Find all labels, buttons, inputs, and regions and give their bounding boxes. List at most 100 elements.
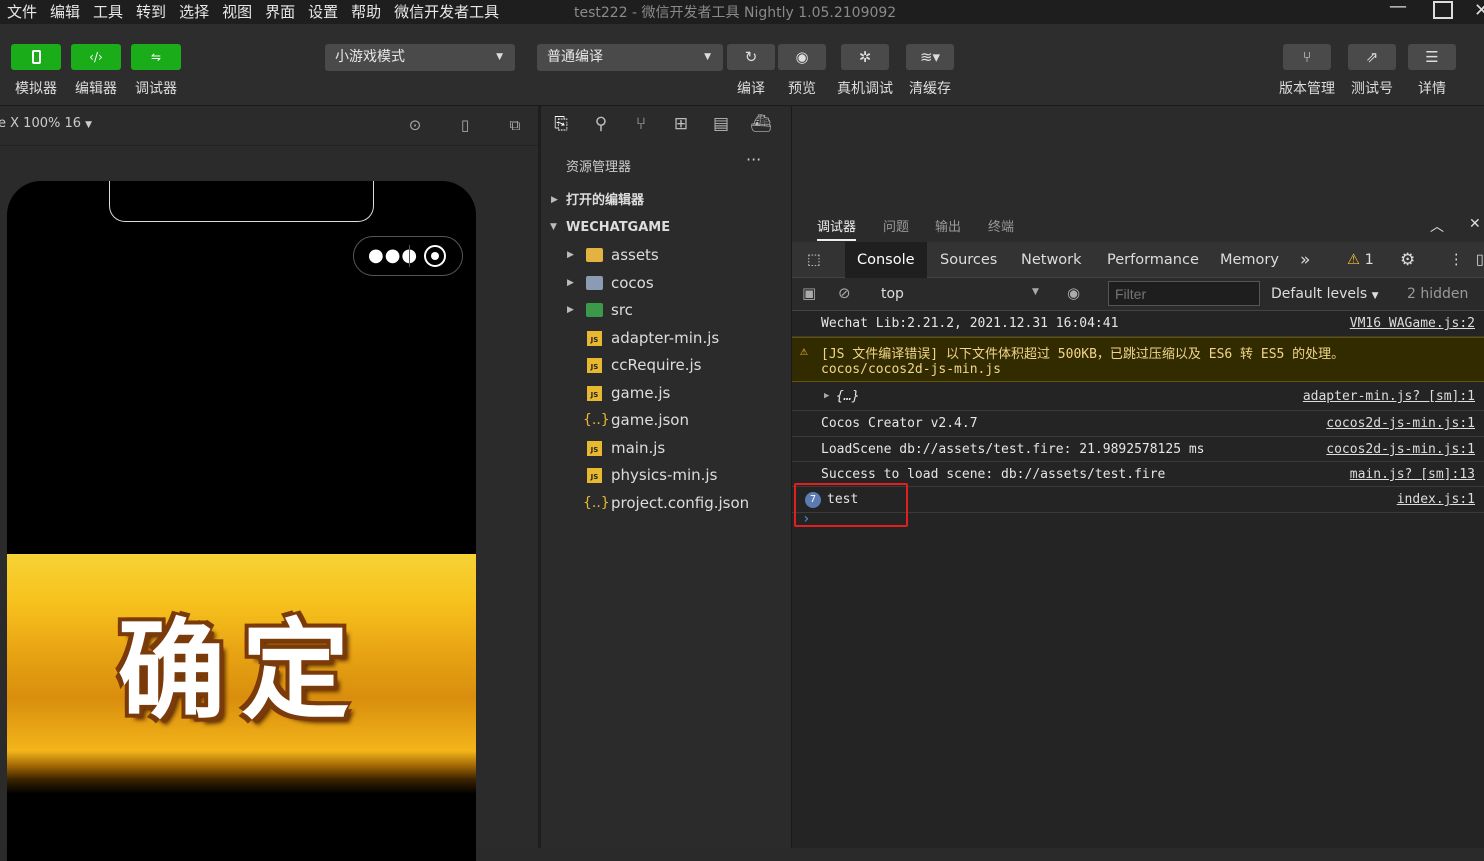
tree-item-adapter-min-js[interactable]: JS adapter-min.js xyxy=(541,325,790,352)
details-button[interactable]: ☰ xyxy=(1408,44,1456,70)
clear-console-icon[interactable]: ⊘ xyxy=(838,284,851,302)
tree-item-game-json[interactable]: {..} game.json xyxy=(541,407,790,434)
maximize-icon[interactable] xyxy=(1433,1,1453,19)
tab-performance[interactable]: Performance xyxy=(1095,242,1211,278)
tab-memory[interactable]: Memory xyxy=(1208,242,1291,278)
close-panel-icon[interactable]: ✕ xyxy=(1469,216,1481,232)
menu-tools[interactable]: 工具 xyxy=(86,2,129,22)
code-icon: ‹/› xyxy=(89,50,103,64)
clear-cache-label: 清缓存 xyxy=(909,81,951,97)
preview-button[interactable]: ◉ xyxy=(778,44,826,70)
menu-interface[interactable]: 界面 xyxy=(258,2,301,22)
json-file-icon: {..} xyxy=(583,495,610,511)
minimize-icon[interactable]: — xyxy=(1389,0,1407,18)
close-icon[interactable]: ✕ xyxy=(1474,0,1484,22)
tree-item-label: main.js xyxy=(611,439,666,457)
stop-icon[interactable]: ⊙ xyxy=(405,116,425,136)
menu-file[interactable]: 文件 xyxy=(0,2,43,22)
compile-select[interactable]: 普通编译 ▼ xyxy=(537,44,723,71)
more-tabs-icon[interactable]: » xyxy=(1288,242,1322,278)
menu-view[interactable]: 视图 xyxy=(215,2,258,22)
tab-output[interactable]: 输出 xyxy=(935,216,961,235)
device-select[interactable]: e X 100% 16 ▼ xyxy=(0,116,92,131)
tree-item-main-js[interactable]: JS main.js xyxy=(541,435,790,462)
tab-console[interactable]: Console xyxy=(845,242,927,278)
tab-network[interactable]: Network xyxy=(1009,242,1094,278)
files-icon[interactable]: ⎘ xyxy=(549,114,573,138)
extensions-icon[interactable]: ⊞ xyxy=(669,114,693,138)
js-file-icon: JS xyxy=(587,441,602,456)
chevron-right-icon: ▶ xyxy=(567,250,574,260)
log-source-link[interactable]: VM16 WAGame.js:2 xyxy=(1350,311,1475,337)
tree-item-src[interactable]: ▶ src xyxy=(541,297,790,324)
more-dots-icon[interactable]: ●●● xyxy=(368,245,418,266)
log-message: Cocos Creator v2.4.7 xyxy=(821,416,978,431)
clear-cache-button[interactable]: ≋▾ xyxy=(906,44,954,70)
menu-goto[interactable]: 转到 xyxy=(129,2,172,22)
warning-counter[interactable]: ⚠ 1 xyxy=(1347,242,1374,278)
source-control-icon[interactable]: ⑂ xyxy=(629,114,653,138)
tab-problems[interactable]: 问题 xyxy=(883,216,909,235)
kebab-menu-icon[interactable]: ⋮ xyxy=(1449,242,1464,278)
compile-select-value: 普通编译 xyxy=(547,49,603,65)
mobile-icon[interactable]: ▯ xyxy=(455,116,475,136)
console-filter-input[interactable] xyxy=(1108,281,1260,306)
menu-select[interactable]: 选择 xyxy=(172,2,215,22)
tree-item-assets[interactable]: ▶ assets xyxy=(541,242,790,269)
menu-edit[interactable]: 编辑 xyxy=(43,2,86,22)
detach-window-icon[interactable]: ⧉ xyxy=(505,116,525,136)
log-source-link[interactable]: cocos2d-js-min.js:1 xyxy=(1326,437,1475,462)
log-row[interactable]: Cocos Creator v2.4.7 cocos2d-js-min.js:1 xyxy=(792,411,1484,437)
folder-icon xyxy=(586,276,603,290)
tab-sources[interactable]: Sources xyxy=(928,242,1009,278)
log-source-link[interactable]: cocos2d-js-min.js:1 xyxy=(1326,411,1475,437)
log-row[interactable]: ▶ {…} adapter-min.js? [sm]:1 xyxy=(792,382,1484,411)
menu-settings[interactable]: 设置 xyxy=(301,2,344,22)
docker-icon[interactable]: ⛴ xyxy=(749,114,773,138)
debugger-toggle-button[interactable]: ⇋ xyxy=(131,44,181,70)
sidebar-toggle-icon[interactable]: ▣ xyxy=(802,284,816,302)
menu-wechat-devtools[interactable]: 微信开发者工具 xyxy=(387,2,505,22)
close-capsule-icon[interactable] xyxy=(424,245,446,267)
expand-arrow-icon[interactable]: ▶ xyxy=(824,382,829,411)
warning-log-row[interactable]: ⚠ [JS 文件编译错误] 以下文件体积超过 500KB，已跳过压缩以及 ES6… xyxy=(792,337,1484,382)
tree-item-ccrequire-js[interactable]: JS ccRequire.js xyxy=(541,352,790,379)
log-row[interactable]: LoadScene db://assets/test.fire: 21.9892… xyxy=(792,437,1484,462)
log-row[interactable]: Wechat Lib:2.21.2, 2021.12.31 16:04:41 V… xyxy=(792,311,1484,337)
collapse-panel-icon[interactable]: ︿ xyxy=(1430,216,1444,236)
tree-item-cocos[interactable]: ▶ cocos xyxy=(541,270,790,297)
more-icon[interactable]: ··· xyxy=(746,150,761,169)
search-icon[interactable]: ⚲ xyxy=(589,114,613,138)
tree-item-project-config-json[interactable]: {..} project.config.json xyxy=(541,490,790,517)
log-object[interactable]: {…} xyxy=(836,382,859,411)
tab-debugger[interactable]: 调试器 xyxy=(817,216,857,241)
version-control-button[interactable]: ⑂ xyxy=(1283,44,1331,70)
folder-icon xyxy=(586,248,603,262)
live-expression-eye-icon[interactable]: ◉ xyxy=(1067,284,1080,302)
inspect-element-icon[interactable]: ⬚ xyxy=(796,242,832,278)
open-editors-section[interactable]: ▶ 打开的编辑器 xyxy=(541,187,790,214)
remote-debug-button[interactable]: ✲ xyxy=(841,44,889,70)
tree-item-label: adapter-min.js xyxy=(611,329,720,347)
game-confirm-banner[interactable]: 确定 xyxy=(7,554,476,794)
settings-gear-icon[interactable]: ⚙ xyxy=(1400,242,1415,278)
menu-help[interactable]: 帮助 xyxy=(344,2,387,22)
test-account-button[interactable]: ⇗ xyxy=(1348,44,1396,70)
project-section[interactable]: ▼ WECHATGAME xyxy=(541,214,790,241)
phone-screen[interactable]: ●●● 确定 xyxy=(7,181,476,861)
tab-terminal[interactable]: 终端 xyxy=(988,216,1014,235)
log-source-link[interactable]: main.js? [sm]:13 xyxy=(1350,462,1475,487)
mode-select[interactable]: 小游戏模式 ▼ xyxy=(325,44,515,71)
context-select[interactable]: top ▼ xyxy=(881,286,1039,302)
compile-button[interactable]: ↻ xyxy=(727,44,775,70)
editor-toggle-button[interactable]: ‹/› xyxy=(71,44,121,70)
layout-icon[interactable]: ▤ xyxy=(709,114,733,138)
log-levels-select[interactable]: Default levels ▼ xyxy=(1271,286,1379,302)
tree-item-physics-min-js[interactable]: JS physics-min.js xyxy=(541,462,790,489)
log-source-link[interactable]: index.js:1 xyxy=(1397,487,1475,513)
mini-program-capsule[interactable]: ●●● xyxy=(353,236,463,276)
log-source-link[interactable]: adapter-min.js? [sm]:1 xyxy=(1303,382,1475,411)
dock-icon[interactable]: ▯ xyxy=(1476,242,1484,278)
tree-item-game-js[interactable]: JS game.js xyxy=(541,380,790,407)
simulator-toggle-button[interactable] xyxy=(11,44,61,70)
